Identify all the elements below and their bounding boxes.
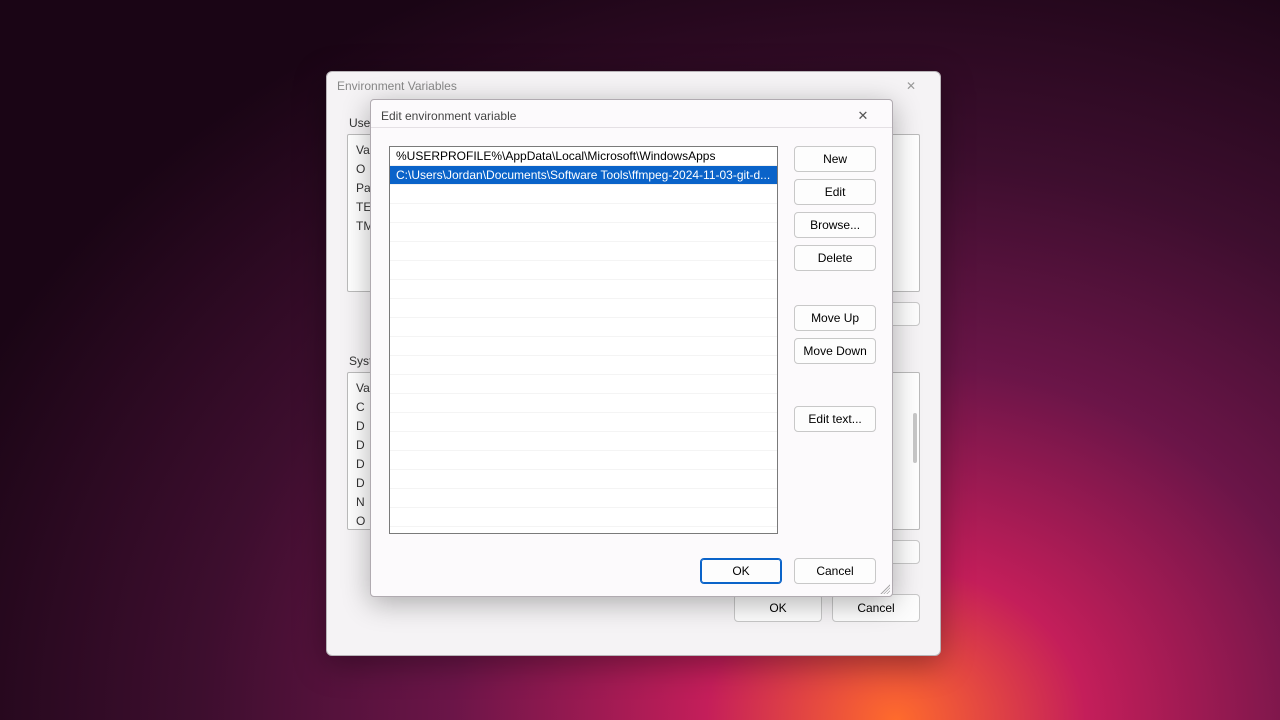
new-button[interactable]: New — [794, 146, 876, 172]
path-entry[interactable] — [390, 470, 777, 489]
move-down-button[interactable]: Move Down — [794, 338, 876, 364]
path-entry[interactable] — [390, 375, 777, 394]
path-entry[interactable] — [390, 318, 777, 337]
edit-environment-variable-dialog: Edit environment variable ✕ %USERPROFILE… — [370, 99, 893, 597]
path-entry[interactable] — [390, 413, 777, 432]
child-footer: OK Cancel — [700, 558, 876, 584]
path-entry[interactable] — [390, 204, 777, 223]
path-entry[interactable] — [390, 451, 777, 470]
path-entry[interactable] — [390, 299, 777, 318]
side-button-column: New Edit Browse... Delete Move Up Move D… — [794, 146, 876, 534]
path-entry[interactable] — [390, 508, 777, 527]
path-entry[interactable] — [390, 261, 777, 280]
parent-cancel-button[interactable]: Cancel — [832, 594, 920, 622]
parent-ok-button[interactable]: OK — [734, 594, 822, 622]
delete-button[interactable]: Delete — [794, 245, 876, 271]
child-titlebar: Edit environment variable ✕ — [371, 100, 892, 128]
edit-text-button[interactable]: Edit text... — [794, 406, 876, 432]
path-entry[interactable]: %USERPROFILE%\AppData\Local\Microsoft\Wi… — [390, 147, 777, 166]
close-icon: ✕ — [858, 108, 869, 124]
resize-grip-icon[interactable] — [878, 582, 890, 594]
close-icon: ✕ — [906, 79, 916, 93]
move-up-button[interactable]: Move Up — [794, 305, 876, 331]
path-entry[interactable] — [390, 356, 777, 375]
path-entry[interactable] — [390, 280, 777, 299]
parent-title: Environment Variables — [337, 79, 457, 93]
path-entry[interactable] — [390, 432, 777, 451]
path-entry[interactable] — [390, 223, 777, 242]
edit-button[interactable]: Edit — [794, 179, 876, 205]
path-entry[interactable] — [390, 242, 777, 261]
path-entry[interactable] — [390, 185, 777, 204]
path-entry[interactable]: C:\Users\Jordan\Documents\Software Tools… — [390, 166, 777, 185]
path-listbox[interactable]: %USERPROFILE%\AppData\Local\Microsoft\Wi… — [389, 146, 778, 534]
scrollbar-thumb[interactable] — [913, 413, 917, 463]
child-ok-button[interactable]: OK — [700, 558, 782, 584]
browse-button[interactable]: Browse... — [794, 212, 876, 238]
child-title: Edit environment variable — [381, 109, 516, 123]
parent-titlebar: Environment Variables ✕ — [327, 72, 940, 100]
child-cancel-button[interactable]: Cancel — [794, 558, 876, 584]
path-entry[interactable] — [390, 489, 777, 508]
child-close-button[interactable]: ✕ — [844, 105, 882, 127]
path-entry[interactable] — [390, 394, 777, 413]
parent-close-button[interactable]: ✕ — [892, 75, 930, 97]
path-entry[interactable] — [390, 337, 777, 356]
